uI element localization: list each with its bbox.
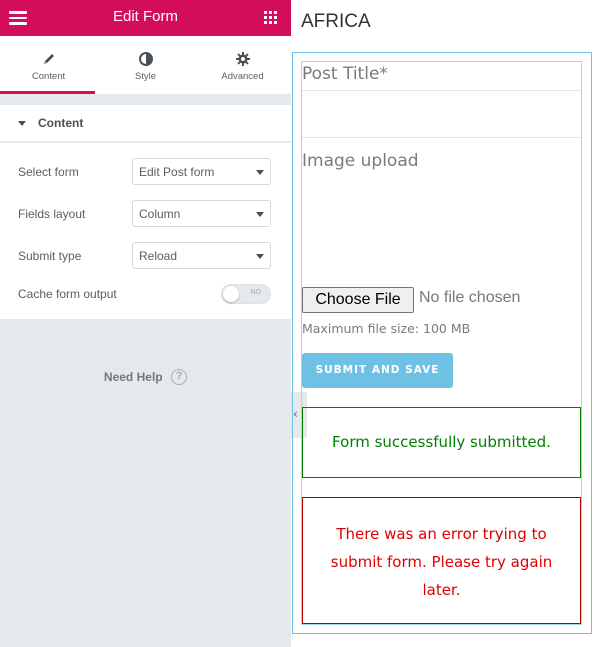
fields-layout-dropdown[interactable]: Column: [132, 200, 271, 227]
toggle-state-text: NO: [250, 289, 262, 296]
tab-advanced[interactable]: Advanced: [194, 36, 291, 94]
max-file-size-text: Maximum file size: 100 MB: [302, 321, 471, 336]
chevron-down-icon: [256, 170, 264, 175]
submit-type-dropdown[interactable]: Reload: [132, 242, 271, 269]
editor-title: Edit Form: [112, 8, 178, 25]
content-section-header[interactable]: Content: [0, 105, 291, 142]
fields-layout-value: Column: [139, 207, 181, 221]
select-form-value: Edit Post form: [139, 165, 215, 179]
post-title-input[interactable]: [302, 90, 581, 138]
success-message: Form successfully submitted.: [332, 433, 551, 451]
chevron-down-icon: [256, 212, 264, 217]
no-file-chosen-text: No file chosen: [419, 289, 521, 306]
toggle-knob: [223, 286, 239, 302]
success-message-box: Form successfully submitted.: [302, 407, 581, 478]
tab-content[interactable]: Content: [0, 36, 97, 94]
question-circle-icon: ?: [171, 368, 188, 385]
image-upload-label: Image upload: [302, 151, 419, 171]
tab-style[interactable]: Style: [97, 36, 194, 94]
content-controls: Select form Edit Post form Fields layout…: [0, 143, 291, 319]
select-form-label: Select form: [18, 165, 79, 179]
tab-label: Content: [31, 71, 66, 82]
page-title: AFRICA: [301, 11, 371, 32]
active-tab-indicator: [0, 91, 95, 94]
need-help-link[interactable]: Need Help ?: [0, 368, 291, 386]
chevron-down-icon: [256, 254, 264, 259]
section-title: Content: [38, 116, 84, 130]
widgets-grid-icon[interactable]: [264, 11, 277, 24]
cache-output-toggle[interactable]: NO: [221, 284, 271, 304]
tab-label: Advanced: [221, 71, 264, 82]
choose-file-button[interactable]: Choose File: [302, 287, 414, 313]
submit-and-save-button[interactable]: SUBMIT AND SAVE: [302, 353, 453, 388]
submit-type-label: Submit type: [18, 249, 82, 263]
cache-output-label: Cache form output: [18, 287, 117, 301]
half-circle-icon: [139, 52, 153, 66]
error-message: There was an error trying to submit form…: [330, 525, 553, 599]
need-help-label: Need Help: [103, 369, 163, 384]
pencil-icon: [44, 54, 54, 64]
post-title-label: Post Title*: [302, 64, 388, 84]
caret-down-icon: [18, 121, 26, 126]
error-message-box: There was an error trying to submit form…: [302, 497, 581, 624]
editor-panel: Edit Form Content Style Advanced Content…: [0, 0, 291, 647]
submit-type-value: Reload: [139, 249, 178, 263]
gear-icon: [236, 52, 250, 66]
fields-layout-label: Fields layout: [18, 207, 86, 221]
panel-tabs: Content Style Advanced: [0, 36, 291, 94]
tab-label: Style: [134, 71, 157, 82]
select-form-dropdown[interactable]: Edit Post form: [132, 158, 271, 185]
editor-header: Edit Form: [0, 0, 291, 36]
